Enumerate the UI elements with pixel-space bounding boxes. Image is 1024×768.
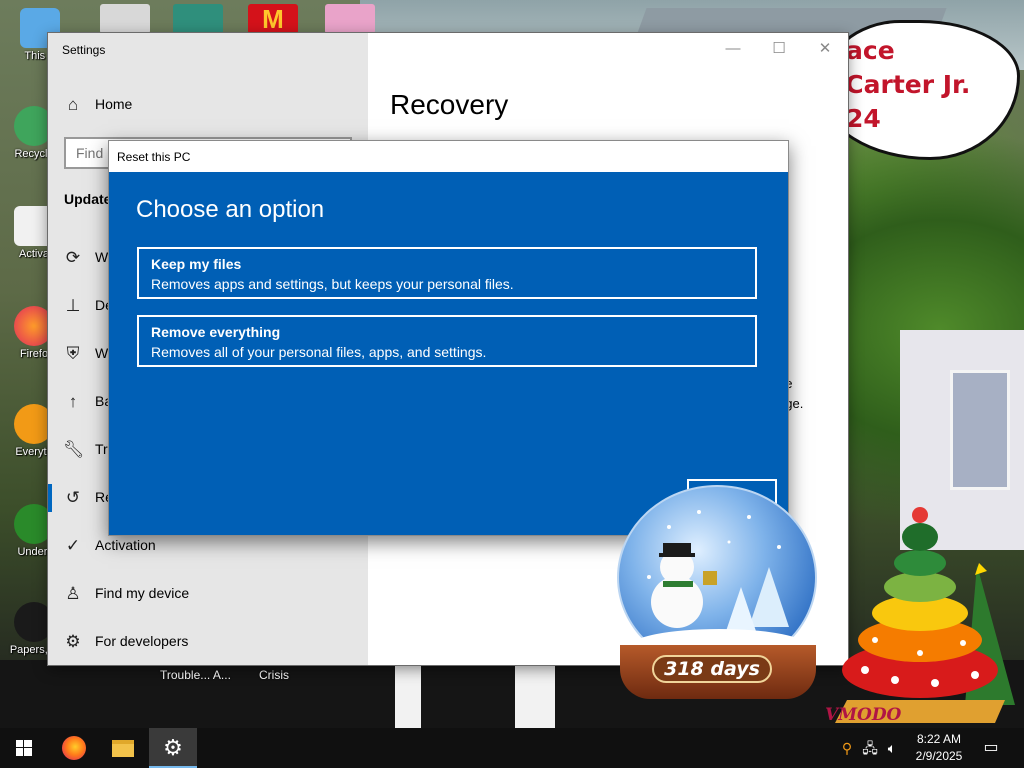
white-pole [395, 665, 421, 728]
sync-icon: ⟳ [65, 248, 81, 267]
window-title: Settings [62, 43, 106, 57]
firefox-icon [62, 736, 86, 760]
backup-icon: ↑ [68, 392, 78, 411]
network-icon[interactable]: 🖧︎ [860, 738, 880, 758]
search-tray-icon[interactable]: ⚲ [837, 738, 857, 758]
christmas-tree-icon [835, 507, 1015, 723]
mcdonalds-icon[interactable]: M [248, 4, 298, 34]
house-window [950, 370, 1010, 490]
option-description: Removes all of your personal files, apps… [151, 344, 487, 360]
settings-button[interactable]: ⚙ [149, 728, 197, 768]
desktop-app-icon[interactable] [325, 4, 375, 34]
file-explorer-button[interactable] [99, 728, 147, 768]
desktop-app-icon[interactable] [100, 4, 150, 34]
recovery-icon: ↺ [65, 488, 81, 507]
clock-date: 2/9/2025 [915, 749, 963, 763]
dialog-title: Reset this PC [117, 150, 191, 164]
action-center-icon[interactable]: ▭ [981, 738, 1001, 758]
page-title: Recovery [390, 89, 509, 120]
snow-globe-sphere [617, 485, 817, 670]
maximize-button[interactable]: ☐ [756, 37, 802, 61]
option-title: Keep my files [151, 256, 242, 272]
days-countdown: 318 days [652, 655, 772, 683]
sign-line-2: l Carter Jr. [828, 70, 971, 99]
dialog-heading: Choose an option [136, 196, 325, 223]
person-icon: ♙ [65, 584, 81, 603]
tree-caption: VMODO [825, 705, 902, 725]
sign-line-3: 24 [846, 104, 881, 133]
taskbar: ⚙ ⚲ 🖧︎ 🔈︎ 8:22 AM 2/9/2025 ▭ [0, 728, 1024, 768]
taskbar-clock[interactable]: 8:22 AM 2/9/2025 [905, 731, 973, 765]
option-title: Remove everything [151, 324, 281, 340]
remove-everything-button[interactable]: Remove everything Removes all of your pe… [137, 315, 757, 367]
shield-icon: ⛨ [66, 344, 80, 363]
gear-icon: ⚙ [163, 735, 183, 760]
volume-muted-icon[interactable]: 🔈︎ [882, 738, 902, 758]
dialog-titlebar: Reset this PC [109, 141, 788, 172]
desktop-icon-label[interactable]: Crisis [259, 668, 289, 682]
nav-item-find-my-device[interactable]: ♙ Find my device [48, 574, 368, 614]
close-button[interactable]: ✕ [802, 37, 848, 61]
snow-globe-gadget[interactable]: 318 days [612, 485, 822, 705]
white-pole [515, 665, 555, 728]
sign-line-1: ace [846, 36, 895, 65]
christmas-tree-gadget[interactable]: VMODO [825, 495, 1024, 728]
desktop-app-icon[interactable] [173, 4, 223, 34]
clock-time: 8:22 AM [916, 732, 962, 746]
reset-pc-dialog: Reset this PC Choose an option Keep my f… [108, 140, 789, 536]
option-description: Removes apps and settings, but keeps you… [151, 276, 514, 292]
nav-item-for-developers[interactable]: ⚙ For developers [48, 622, 368, 662]
check-circle-icon: ✓ [65, 536, 81, 555]
minimize-button[interactable]: — [710, 37, 756, 61]
start-button[interactable] [0, 728, 48, 768]
wrench-icon: 🔧︎ [63, 440, 85, 459]
firefox-button[interactable] [50, 728, 98, 768]
delivery-icon: ⊥ [65, 296, 81, 315]
home-icon: ⌂ [67, 95, 79, 114]
desktop-icon-label[interactable]: Trouble... A... [160, 668, 231, 682]
nav-home[interactable]: ⌂ Home [48, 85, 368, 125]
developer-icon: ⚙ [65, 632, 81, 651]
windows-logo-icon [16, 740, 32, 756]
folder-icon [112, 739, 134, 757]
section-heading: Update [64, 191, 112, 207]
keep-my-files-button[interactable]: Keep my files Removes apps and settings,… [137, 247, 757, 299]
